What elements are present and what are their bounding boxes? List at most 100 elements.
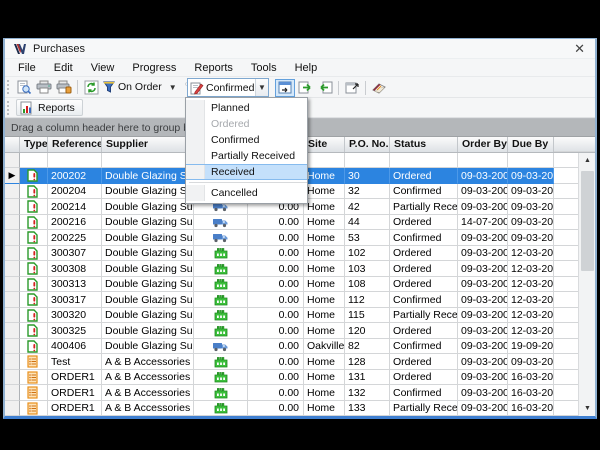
cell-reference[interactable]: 200202 <box>48 168 102 184</box>
column-header-due_by[interactable]: Due By <box>508 137 554 152</box>
cell-delivery[interactable] <box>194 246 248 262</box>
table-row[interactable]: ORDER1A & B Accessories Ltd.0.00Home133P… <box>5 401 578 417</box>
menubar-item-file[interactable]: File <box>9 59 45 77</box>
cell-type[interactable] <box>20 261 48 277</box>
cell-type[interactable] <box>20 401 48 417</box>
cell-delivery[interactable] <box>194 339 248 355</box>
cell-reference[interactable]: ORDER1 <box>48 385 102 401</box>
status-menu-item-planned[interactable]: Planned <box>186 100 307 116</box>
menubar-item-tools[interactable]: Tools <box>242 59 286 77</box>
cell-value[interactable]: 0.00 <box>248 230 304 246</box>
cell-status[interactable]: Partially Received <box>390 401 458 417</box>
cell-site[interactable]: Oakville <box>304 339 345 355</box>
cell-site[interactable]: Home <box>304 323 345 339</box>
menubar-item-view[interactable]: View <box>82 59 124 77</box>
cell-reference[interactable]: 200216 <box>48 215 102 231</box>
status-menu-item-cancelled[interactable]: Cancelled <box>186 185 307 201</box>
table-row[interactable]: 300307Double Glazing Suppliers0.00Home10… <box>5 246 578 262</box>
cell-supplier[interactable]: A & B Accessories Ltd. <box>102 401 194 417</box>
cell-selector[interactable] <box>5 323 20 339</box>
cell-status[interactable]: Ordered <box>390 261 458 277</box>
goods-in-icon[interactable] <box>315 79 335 97</box>
status-menu-item-confirmed[interactable]: Confirmed <box>186 132 307 148</box>
cell-po_no[interactable]: 115 <box>345 308 390 324</box>
cell-delivery[interactable] <box>194 323 248 339</box>
cell-delivery[interactable] <box>194 354 248 370</box>
cell-order_by[interactable]: 09-03-2005 <box>458 261 508 277</box>
cell-po_no[interactable]: 102 <box>345 246 390 262</box>
cell-po_no[interactable]: 108 <box>345 277 390 293</box>
cell-order_by[interactable]: 09-03-2005 <box>458 354 508 370</box>
cell-po_no[interactable]: 128 <box>345 354 390 370</box>
cell-selector[interactable] <box>5 401 20 417</box>
cell-status[interactable]: Confirmed <box>390 292 458 308</box>
cell-due_by[interactable]: 12-03-2005 <box>508 292 554 308</box>
open-form-icon[interactable] <box>342 79 362 97</box>
cell-order_by[interactable]: 09-03-2005 <box>458 385 508 401</box>
cell-supplier[interactable]: Double Glazing Suppliers <box>102 230 194 246</box>
print-preview-icon[interactable] <box>14 78 34 96</box>
menubar-item-help[interactable]: Help <box>286 59 327 77</box>
table-row[interactable]: 300313Double Glazing Suppliers0.00Home10… <box>5 277 578 293</box>
cell-selector[interactable] <box>5 246 20 262</box>
cell-value[interactable]: 0.00 <box>248 277 304 293</box>
cell-value[interactable]: 0.00 <box>248 370 304 386</box>
combo-dropdown-arrow[interactable]: ▼ <box>255 79 268 96</box>
cell-type[interactable] <box>20 230 48 246</box>
cell-supplier[interactable]: A & B Accessories Ltd. <box>102 370 194 386</box>
cell-site[interactable]: Home <box>304 261 345 277</box>
cell-site[interactable]: Home <box>304 230 345 246</box>
cell-site[interactable]: Home <box>304 385 345 401</box>
cell-value[interactable]: 0.00 <box>248 339 304 355</box>
cell-reference[interactable]: 300317 <box>48 292 102 308</box>
cell-due_by[interactable]: 09-03-2005 <box>508 199 554 215</box>
cell-selector[interactable] <box>5 199 20 215</box>
column-header-reference[interactable]: Reference <box>48 137 102 152</box>
cell-order_by[interactable]: 09-03-2005 <box>458 401 508 417</box>
cell-order_by[interactable]: 09-03-2005 <box>458 184 508 200</box>
filter-cell[interactable] <box>345 153 390 168</box>
cell-site[interactable]: Home <box>304 184 345 200</box>
cell-site[interactable]: Home <box>304 401 345 417</box>
cell-order_by[interactable]: 09-03-2005 <box>458 323 508 339</box>
status-menu-item-partially-received[interactable]: Partially Received <box>186 148 307 164</box>
cell-type[interactable] <box>20 370 48 386</box>
cell-type[interactable] <box>20 199 48 215</box>
cell-type[interactable] <box>20 246 48 262</box>
cell-value[interactable]: 0.00 <box>248 401 304 417</box>
menubar-item-reports[interactable]: Reports <box>185 59 242 77</box>
cell-reference[interactable]: 300325 <box>48 323 102 339</box>
cell-site[interactable]: Home <box>304 370 345 386</box>
cell-reference[interactable]: 200204 <box>48 184 102 200</box>
cell-delivery[interactable] <box>194 292 248 308</box>
cell-selector[interactable] <box>5 261 20 277</box>
goods-out-icon[interactable] <box>295 79 315 97</box>
cell-type[interactable] <box>20 184 48 200</box>
cell-status[interactable]: Ordered <box>390 246 458 262</box>
cell-order_by[interactable]: 09-03-2005 <box>458 230 508 246</box>
cell-site[interactable]: Home <box>304 292 345 308</box>
cell-supplier[interactable]: Double Glazing Suppliers <box>102 246 194 262</box>
cell-selector[interactable] <box>5 215 20 231</box>
cell-type[interactable] <box>20 339 48 355</box>
cell-value[interactable]: 0.00 <box>248 308 304 324</box>
cell-status[interactable]: Confirmed <box>390 339 458 355</box>
cell-type[interactable] <box>20 308 48 324</box>
cell-type[interactable] <box>20 292 48 308</box>
cell-reference[interactable]: 300313 <box>48 277 102 293</box>
cell-order_by[interactable]: 14-07-2005 <box>458 215 508 231</box>
cell-supplier[interactable]: Double Glazing Suppliers <box>102 184 194 200</box>
cell-site[interactable]: Home <box>304 168 345 184</box>
cell-status[interactable]: Ordered <box>390 168 458 184</box>
auto-refresh-toggled-icon[interactable] <box>275 79 295 97</box>
cell-due_by[interactable]: 19-09-2005 <box>508 339 554 355</box>
cell-value[interactable]: 0.00 <box>248 323 304 339</box>
cell-po_no[interactable]: 53 <box>345 230 390 246</box>
column-header-status[interactable]: Status <box>390 137 458 152</box>
column-header-type[interactable]: Type <box>20 137 48 152</box>
cell-supplier[interactable]: Double Glazing Suppliers <box>102 308 194 324</box>
cell-selector[interactable] <box>5 385 20 401</box>
toolbar-grip[interactable] <box>7 80 12 94</box>
print-icon[interactable] <box>34 78 54 96</box>
cell-status[interactable]: Partially Received <box>390 308 458 324</box>
